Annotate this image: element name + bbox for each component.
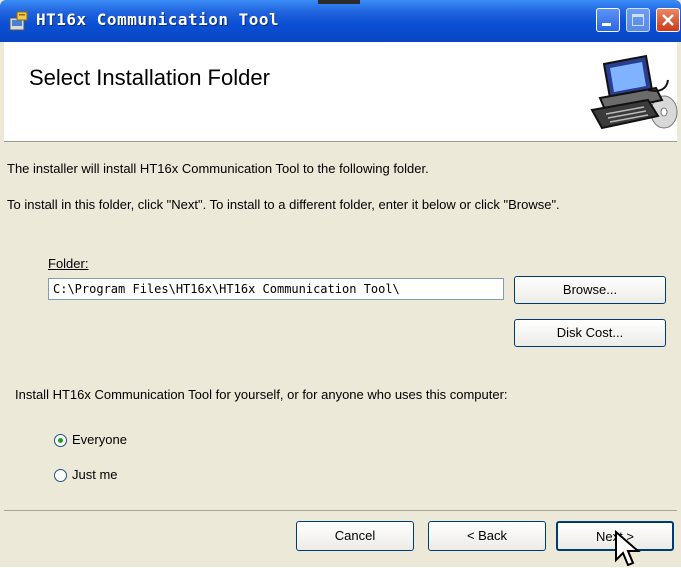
radio-everyone-label: Everyone xyxy=(72,432,127,447)
browse-button[interactable]: Browse... xyxy=(514,276,666,304)
header-banner: Select Installation Folder xyxy=(4,42,678,142)
window-title: HT16x Communication Tool xyxy=(36,10,280,29)
radio-selected-dot xyxy=(58,438,63,443)
minimize-icon xyxy=(602,23,611,26)
intro-text: The installer will install HT16x Communi… xyxy=(7,161,429,176)
folder-path-input[interactable]: C:\Program Files\HT16x\HT16x Communicati… xyxy=(48,278,504,300)
cancel-button[interactable]: Cancel xyxy=(296,521,414,551)
content-area: The installer will install HT16x Communi… xyxy=(4,142,677,562)
close-icon xyxy=(662,14,674,26)
install-for-text: Install HT16x Communication Tool for you… xyxy=(15,387,508,402)
maximize-button[interactable] xyxy=(626,8,650,32)
disk-cost-button[interactable]: Disk Cost... xyxy=(514,319,666,347)
computer-cd-icon xyxy=(590,54,678,130)
maximize-icon xyxy=(632,14,644,26)
radio-just-me[interactable]: Just me xyxy=(54,467,174,485)
folder-label: Folder: xyxy=(48,256,89,271)
radio-everyone[interactable]: Everyone xyxy=(54,432,174,450)
installer-window: HT16x Communication Tool Select Installa… xyxy=(0,0,681,567)
title-bar[interactable]: HT16x Communication Tool xyxy=(0,0,681,42)
radio-everyone-circle[interactable] xyxy=(54,434,67,447)
page-title: Select Installation Folder xyxy=(29,65,270,90)
mouse-cursor-icon xyxy=(615,530,641,567)
back-button[interactable]: < Back xyxy=(428,521,546,551)
top-notch xyxy=(318,0,360,4)
app-installer-icon xyxy=(9,11,28,31)
radio-just-me-label: Just me xyxy=(72,467,118,482)
instruction-text: To install in this folder, click "Next".… xyxy=(7,197,560,212)
footer-divider xyxy=(4,510,677,511)
minimize-button[interactable] xyxy=(596,8,620,32)
close-button[interactable] xyxy=(656,8,680,32)
radio-just-me-circle[interactable] xyxy=(54,469,67,482)
